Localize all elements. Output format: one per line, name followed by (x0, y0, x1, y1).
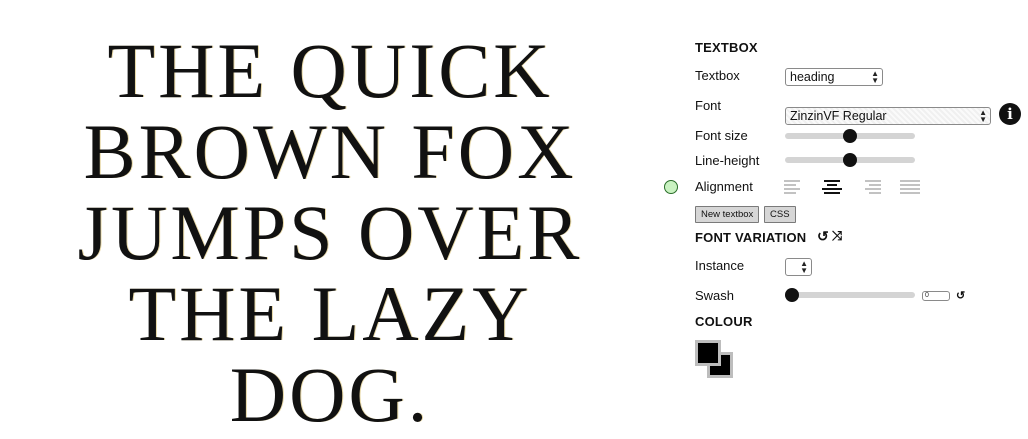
text-preview[interactable]: THE QUICK BROWN FOX JUMPS OVER THE LAZY … (40, 30, 620, 435)
colour-heading: COLOUR (695, 314, 753, 329)
textbox-select-value: heading (790, 70, 835, 84)
align-center-button[interactable] (822, 180, 842, 196)
settings-panel: TEXTBOX Textbox heading ▲ ▼ Font ZinzinVF… (660, 0, 1028, 439)
updown-arrows-icon: ▲ ▼ (979, 108, 987, 124)
font-label: Font (695, 98, 722, 113)
info-icon[interactable]: i (999, 103, 1021, 125)
font-size-label: Font size (695, 128, 748, 143)
font-select[interactable]: ZinzinVF Regular ▲ ▼ (785, 107, 991, 125)
updown-arrows-icon: ▲ ▼ (871, 69, 879, 85)
new-textbox-button[interactable]: New textbox (695, 206, 760, 223)
preview-line: JUMPS OVER (77, 189, 583, 276)
font-size-slider[interactable] (785, 129, 915, 143)
colour-picker[interactable] (695, 340, 735, 380)
status-dot-icon[interactable] (664, 180, 678, 194)
preview-line: BROWN FOX (83, 108, 577, 195)
line-height-slider[interactable] (785, 153, 915, 167)
font-select-value: ZinzinVF Regular (790, 109, 887, 123)
swash-slider-knob[interactable] (785, 288, 799, 302)
reset-icon[interactable]: ↺ (817, 228, 829, 245)
font-size-slider-knob[interactable] (843, 129, 857, 143)
textbox-select[interactable]: heading ▲ ▼ (785, 68, 883, 86)
swash-slider[interactable] (785, 288, 915, 302)
swash-label: Swash (695, 288, 735, 303)
textbox-label: Textbox (695, 68, 740, 83)
font-variation-heading: FONT VARIATION (695, 230, 807, 245)
swash-reset-icon[interactable]: ↺ (956, 289, 965, 302)
preview-line: DOG. (229, 351, 431, 438)
css-button[interactable]: CSS (764, 206, 796, 223)
shuffle-icon[interactable]: ⤨ (832, 228, 842, 244)
textbox-heading: TEXTBOX (695, 40, 758, 55)
align-left-button[interactable] (784, 180, 804, 196)
preview-line: THE LAZY (128, 270, 532, 357)
alignment-label: Alignment (695, 179, 753, 194)
line-height-slider-knob[interactable] (843, 153, 857, 167)
instance-select[interactable]: ▲ ▼ (785, 258, 812, 276)
preview-line: THE QUICK (107, 27, 553, 114)
foreground-colour-swatch[interactable] (695, 340, 721, 366)
align-right-button[interactable] (861, 180, 881, 196)
align-justify-button[interactable] (900, 180, 920, 196)
instance-label: Instance (695, 258, 745, 273)
line-height-label: Line-height (695, 153, 760, 168)
updown-arrows-icon: ▲ ▼ (800, 259, 808, 275)
swash-value-input[interactable]: 0 (922, 291, 950, 301)
